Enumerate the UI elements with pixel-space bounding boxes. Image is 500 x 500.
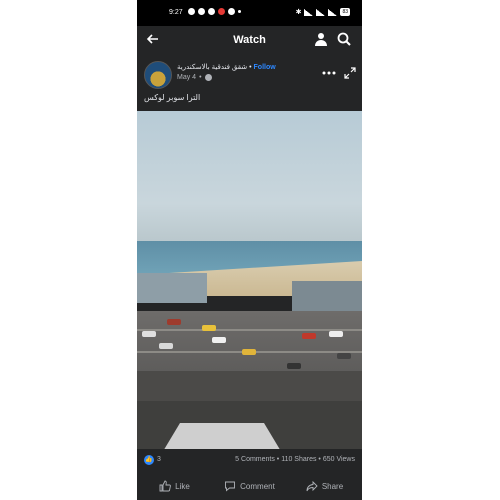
- engagement-summary[interactable]: 5 Comments • 110 Shares • 650 Views: [235, 456, 355, 463]
- app-notification-icon: [218, 8, 225, 15]
- car: [329, 331, 343, 337]
- status-time: 9:27: [169, 9, 183, 16]
- comment-icon: [225, 481, 236, 492]
- post-actions: Like Comment Share: [137, 472, 362, 500]
- twitter-icon: [208, 8, 215, 15]
- like-reaction-icon: 👍: [144, 455, 154, 465]
- car: [159, 343, 173, 349]
- separator: •: [249, 64, 252, 71]
- notification-icons: [188, 8, 241, 15]
- instagram-icon: [228, 8, 235, 15]
- car: [287, 363, 301, 369]
- watch-header: Watch: [137, 26, 362, 53]
- reaction-count[interactable]: 3: [157, 456, 161, 463]
- status-bar: 9:27 ✱ 83: [137, 0, 362, 26]
- thumbs-up-icon: [159, 480, 172, 492]
- more-notifications-icon: [238, 10, 241, 13]
- share-icon: [306, 480, 318, 492]
- page-title: Watch: [233, 33, 266, 46]
- follow-link[interactable]: Follow: [254, 64, 276, 71]
- post-caption: الترا سوبر لوكس: [144, 93, 201, 102]
- bluetooth-icon: ✱: [295, 9, 302, 16]
- video-buildings-left: [137, 273, 207, 303]
- post-stats: 👍 3 5 Comments • 110 Shares • 650 Views: [137, 449, 362, 471]
- video-player[interactable]: [137, 111, 362, 449]
- post-meta: May 4 •: [177, 74, 212, 81]
- battery-icon: 83: [340, 8, 350, 16]
- like-label: Like: [175, 481, 190, 491]
- youtube-icon: [198, 8, 205, 15]
- back-arrow-icon[interactable]: [145, 31, 161, 47]
- avatar[interactable]: [144, 61, 172, 89]
- post-header: شقق فندقية بالاسكندرية • Follow May 4 • …: [137, 53, 362, 111]
- comment-label: Comment: [240, 481, 275, 491]
- comment-button[interactable]: Comment: [212, 472, 287, 500]
- more-icon[interactable]: [322, 70, 336, 76]
- like-button[interactable]: Like: [137, 472, 212, 500]
- car: [337, 353, 351, 359]
- signal-icon: [316, 8, 326, 16]
- video-sky: [137, 111, 362, 243]
- car: [142, 331, 156, 337]
- wifi-icon: [304, 8, 314, 16]
- globe-icon: [204, 74, 212, 81]
- car: [302, 333, 316, 339]
- share-label: Share: [321, 481, 344, 491]
- car: [242, 349, 256, 355]
- car: [167, 319, 181, 325]
- expand-icon[interactable]: [344, 67, 356, 79]
- author-name[interactable]: شقق فندقية بالاسكندرية: [177, 64, 247, 71]
- video-roof: [162, 423, 282, 449]
- video-overpass: [137, 371, 362, 401]
- share-button[interactable]: Share: [287, 472, 362, 500]
- phone-screen: 9:27 ✱ 83 Watch شقق فندقية بالاسكندرية •…: [137, 0, 362, 500]
- car: [212, 337, 226, 343]
- system-icons: ✱ 83: [296, 8, 350, 16]
- post-date[interactable]: May 4: [177, 74, 196, 81]
- road-lane: [137, 329, 362, 331]
- notification-icon: [188, 8, 195, 15]
- profile-icon[interactable]: [313, 31, 329, 47]
- search-icon[interactable]: [336, 31, 352, 47]
- signal-icon-2: [328, 8, 338, 16]
- car: [202, 325, 216, 331]
- author-line: شقق فندقية بالاسكندرية • Follow: [177, 63, 276, 71]
